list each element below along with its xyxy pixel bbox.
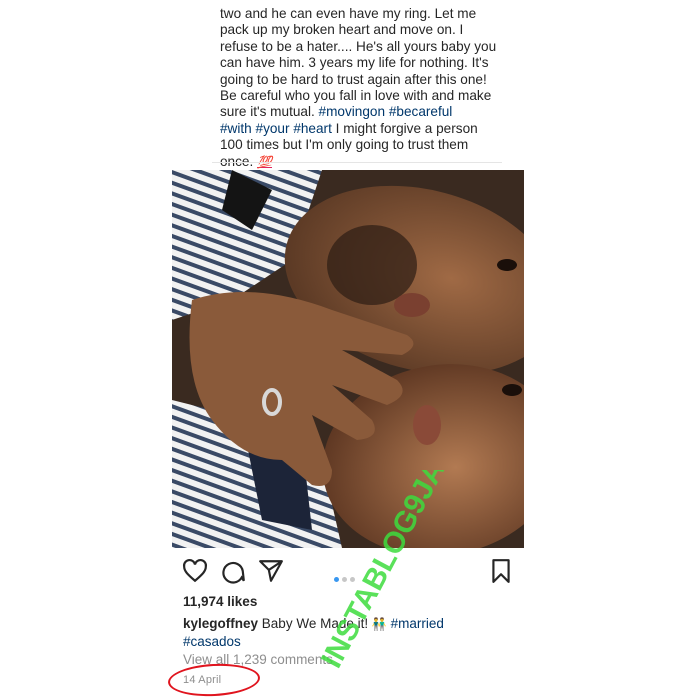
annotation-circle [167, 661, 261, 698]
hashtag-link[interactable]: #your [256, 121, 290, 136]
post-photo[interactable] [172, 170, 524, 548]
caption-line: sure it's mutual. #movingon #becareful [220, 104, 520, 120]
divider [212, 162, 502, 163]
hashtag-link[interactable]: #movingon [319, 104, 386, 119]
caption-text: I might forgive a person [335, 120, 478, 136]
bookmark-icon[interactable] [488, 558, 514, 584]
carousel-dot [350, 577, 355, 582]
caption-line: 100 times but I'm only going to trust th… [220, 137, 469, 153]
comment-icon[interactable] [220, 558, 246, 584]
caption-line: two and he can even have my ring. Let me [220, 6, 477, 21]
couple-emoji: 👬 [371, 617, 387, 631]
caption-line: pack up my broken heart and move on. I [220, 22, 464, 38]
hashtag-link[interactable]: #casados [183, 634, 241, 649]
hashtag-link[interactable]: #heart [293, 121, 332, 136]
photo-illustration [172, 170, 524, 548]
carousel-dot [334, 577, 339, 582]
hashtag-link[interactable]: #becareful [389, 104, 452, 119]
caption-text: sure it's mutual. [220, 104, 315, 120]
carousel-dot [342, 577, 347, 582]
like-count[interactable]: 11,974 likes [183, 594, 257, 609]
heart-icon[interactable] [182, 558, 208, 584]
post-caption: kylegoffney Baby We Made it! 👬 #married … [183, 615, 503, 650]
caption-line: refuse to be a hater.... He's all yours … [220, 38, 497, 54]
hashtag-link[interactable]: #with [220, 121, 252, 136]
previous-post-caption: two and he can even have my ring. Let me… [220, 6, 520, 170]
username-link[interactable]: kylegoffney [183, 616, 258, 631]
carousel-indicator [334, 569, 358, 587]
caption-line: Be careful who you fall in love with and… [220, 88, 492, 104]
hashtag-link[interactable]: #married [391, 616, 444, 631]
caption-line: #with #your #heart I might forgive a per… [220, 121, 520, 137]
caption-line: can have him. 3 years my life for nothin… [220, 55, 489, 71]
caption-text: Baby We Made it! [261, 616, 369, 631]
send-icon[interactable] [258, 558, 284, 584]
caption-line: going to be hard to trust again after th… [220, 71, 487, 87]
